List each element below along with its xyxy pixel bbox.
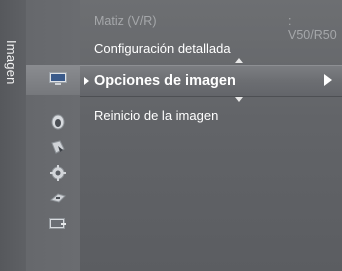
submenu-arrow-icon (324, 74, 332, 86)
category-label: Imagen (4, 40, 19, 85)
selection-marker-icon (84, 77, 89, 85)
sound-icon[interactable] (48, 113, 68, 131)
menu-item-picture-options[interactable]: Opciones de imagen (80, 65, 342, 97)
picture-icon[interactable] (48, 69, 68, 87)
input-icon[interactable] (48, 189, 68, 207)
menu-category-tab: Imagen (0, 0, 27, 271)
menu-item-picture-reset[interactable]: Reinicio de la imagen (94, 108, 218, 123)
scroll-up-indicator (235, 58, 243, 63)
selected-item-label: Opciones de imagen (94, 73, 236, 89)
tv-menu-screen: Imagen Matiz (V/R): V50/R50 Configuraci… (0, 0, 342, 271)
application-icon[interactable] (48, 215, 68, 233)
menu-item-tint[interactable]: Matiz (V/R) (94, 14, 157, 28)
channel-icon[interactable] (48, 138, 68, 156)
scroll-down-indicator (235, 97, 243, 102)
settings-menu: Matiz (V/R) : V50/R50 Configuración deta… (80, 0, 342, 271)
setup-icon[interactable] (48, 164, 68, 182)
menu-item-tint-value: : V50/R50 (288, 14, 337, 42)
menu-item-detailed-settings[interactable]: Configuración detallada (94, 41, 231, 56)
